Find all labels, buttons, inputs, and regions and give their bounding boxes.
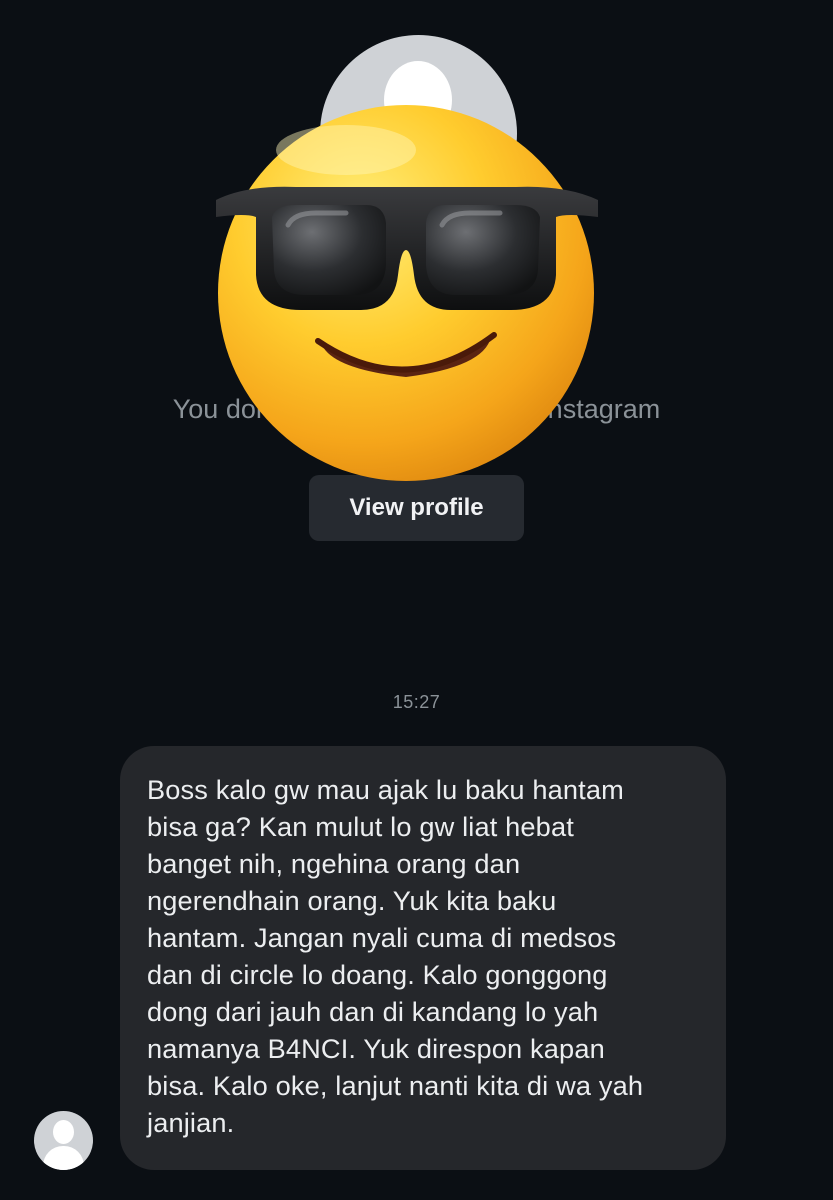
message-line: Boss kalo gw mau ajak lu baku hantam [147,774,624,805]
message-line: janjian. [147,1107,235,1138]
avatar-body-shape [43,1146,84,1170]
sender-avatar[interactable] [34,1111,93,1170]
avatar-head-shape [53,1120,74,1144]
message-line: ngerendhain orang. Yuk kita baku [147,885,557,916]
message-line: hantam. Jangan nyali cuma di medsos [147,922,617,953]
smiling-face-with-sunglasses-icon [216,105,598,481]
message-line: dan di circle lo doang. Kalo gonggong [147,959,608,990]
message-line: bisa ga? Kan mulut lo gw liat hebat [147,811,574,842]
message-timestamp: 15:27 [392,692,441,712]
message-bubble[interactable]: Boss kalo gw mau ajak lu baku hantam bis… [120,746,726,1170]
message-line: bisa. Kalo oke, lanjut nanti kita di wa … [147,1070,644,1101]
message-line: banget nih, ngehina orang dan [147,848,521,879]
message-line: dong dari jauh dan di kandang lo yah [147,996,599,1027]
message-line: namanya B4NCI. Yuk direspon kapan [147,1033,605,1064]
